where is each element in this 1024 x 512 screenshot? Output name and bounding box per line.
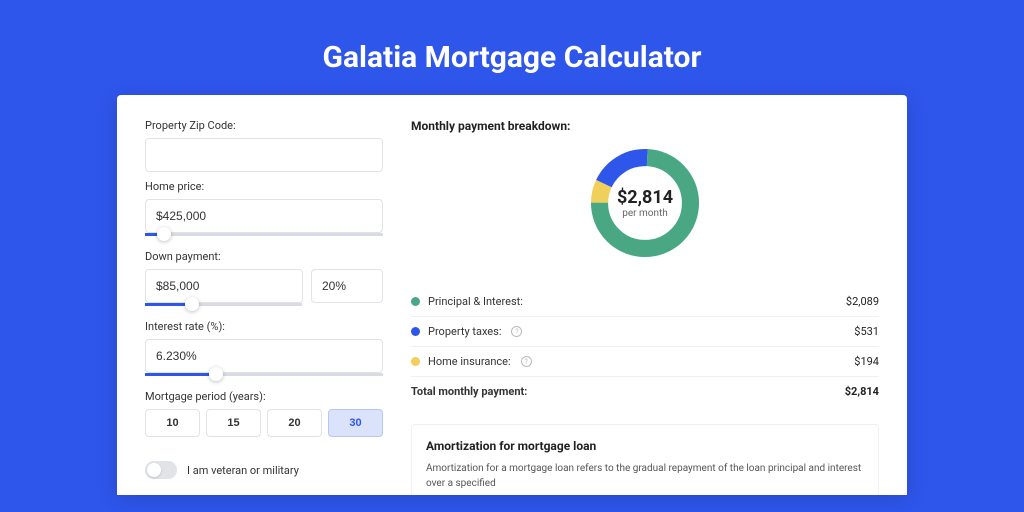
- period-button-10[interactable]: 10: [145, 409, 200, 437]
- zip-label: Property Zip Code:: [145, 119, 383, 132]
- interest-slider[interactable]: [145, 373, 383, 376]
- legend-value: $194: [854, 355, 879, 368]
- donut-sub: per month: [622, 208, 668, 219]
- donut-chart: $2,814 per month: [585, 143, 705, 263]
- donut-amount: $2,814: [617, 187, 673, 208]
- legend-value: $2,089: [846, 295, 879, 308]
- total-row: Total monthly payment: $2,814: [411, 377, 879, 406]
- legend-label: Property taxes:: [428, 325, 501, 338]
- interest-field: Interest rate (%):: [145, 320, 383, 376]
- down-payment-label: Down payment:: [145, 250, 383, 263]
- legend-label: Principal & Interest:: [428, 295, 523, 308]
- info-icon[interactable]: ?: [521, 356, 532, 367]
- period-button-20[interactable]: 20: [267, 409, 322, 437]
- veteran-row: I am veteran or military: [145, 461, 383, 479]
- interest-label: Interest rate (%):: [145, 320, 383, 333]
- slider-thumb[interactable]: [157, 227, 171, 241]
- slider-thumb[interactable]: [185, 297, 199, 311]
- period-field: Mortgage period (years): 10152030: [145, 390, 383, 437]
- home-price-label: Home price:: [145, 180, 383, 193]
- total-label: Total monthly payment:: [411, 385, 527, 398]
- period-button-15[interactable]: 15: [206, 409, 261, 437]
- legend-row: Principal & Interest: $2,089: [411, 287, 879, 317]
- legend-container: Principal & Interest: $2,089 Property taxe…: [411, 287, 879, 377]
- home-price-input[interactable]: [145, 199, 383, 233]
- down-payment-slider[interactable]: [145, 303, 302, 306]
- legend-row: Property taxes:? $531: [411, 317, 879, 347]
- veteran-label: I am veteran or military: [187, 464, 299, 477]
- total-value: $2,814: [845, 385, 879, 398]
- slider-fill: [145, 373, 216, 376]
- breakdown-column: Monthly payment breakdown: $2,814 per mo…: [411, 119, 879, 495]
- legend-dot: [411, 327, 420, 336]
- page-title: Galatia Mortgage Calculator: [0, 0, 1024, 95]
- amortization-text: Amortization for a mortgage loan refers …: [426, 461, 864, 491]
- down-payment-amount-input[interactable]: [145, 269, 303, 303]
- home-price-slider[interactable]: [145, 233, 383, 236]
- legend-dot: [411, 297, 420, 306]
- veteran-toggle[interactable]: [145, 461, 177, 479]
- amortization-card: Amortization for mortgage loan Amortizat…: [411, 424, 879, 495]
- donut-chart-wrap: $2,814 per month: [411, 143, 879, 263]
- calculator-card: Property Zip Code: Home price: Down paym…: [117, 95, 907, 495]
- zip-input[interactable]: [145, 138, 383, 172]
- donut-center: $2,814 per month: [585, 143, 705, 263]
- legend-label: Home insurance:: [428, 355, 511, 368]
- zip-field: Property Zip Code:: [145, 119, 383, 172]
- toggle-thumb: [147, 463, 161, 477]
- legend-row: Home insurance:? $194: [411, 347, 879, 377]
- legend-value: $531: [854, 325, 879, 338]
- period-button-30[interactable]: 30: [328, 409, 383, 437]
- down-payment-pct-input[interactable]: [311, 269, 383, 303]
- period-label: Mortgage period (years):: [145, 390, 383, 403]
- breakdown-title: Monthly payment breakdown:: [411, 119, 879, 133]
- home-price-field: Home price:: [145, 180, 383, 236]
- inputs-column: Property Zip Code: Home price: Down paym…: [145, 119, 383, 495]
- legend-dot: [411, 357, 420, 366]
- slider-thumb[interactable]: [209, 367, 223, 381]
- amortization-title: Amortization for mortgage loan: [426, 439, 864, 453]
- info-icon[interactable]: ?: [511, 326, 522, 337]
- interest-input[interactable]: [145, 339, 383, 373]
- down-payment-field: Down payment:: [145, 250, 383, 306]
